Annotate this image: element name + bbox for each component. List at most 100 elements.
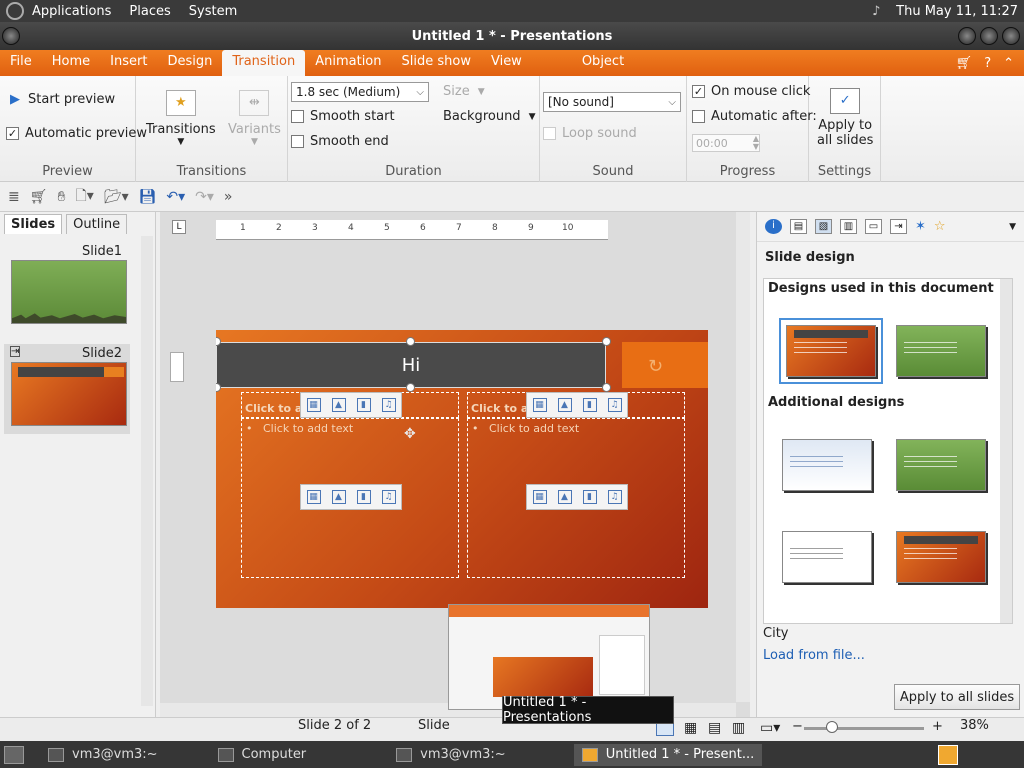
tab-animation[interactable]: Animation — [305, 50, 391, 76]
insert-chart-icon[interactable]: ▮ — [582, 398, 597, 412]
load-from-file-link[interactable]: Load from file... — [763, 648, 865, 663]
tab-design[interactable]: Design — [157, 50, 222, 76]
tab-outline[interactable]: Outline — [66, 214, 128, 234]
distro-logo-icon[interactable] — [6, 2, 24, 20]
more-tools-icon[interactable]: » — [224, 189, 233, 205]
insert-media-icon[interactable]: ♫ — [607, 490, 622, 504]
apply-to-all-slides-button[interactable]: Apply to all slides — [894, 684, 1020, 710]
design-thumbnail-green[interactable] — [896, 439, 986, 491]
vertical-ruler[interactable] — [170, 352, 184, 382]
insert-chart-icon[interactable]: ▮ — [582, 490, 597, 504]
cart-icon[interactable]: 🛒︎ — [956, 52, 973, 76]
slide-thumbnail-1[interactable]: Slide1 — [4, 242, 130, 326]
tab-file[interactable]: File — [0, 50, 42, 76]
tab-transition[interactable]: Transition — [222, 50, 306, 76]
menu-applications[interactable]: Applications — [32, 4, 111, 19]
insert-image-icon[interactable]: ▲ — [331, 398, 346, 412]
undo-icon[interactable]: ↶▾ — [166, 189, 185, 205]
slideshow-view-icon[interactable]: ▭▾ — [760, 720, 780, 736]
design-thumbnail-blue[interactable] — [782, 439, 872, 491]
rotate-handle-icon[interactable]: ↻ — [648, 356, 663, 377]
hamburger-menu-icon[interactable]: ≣ — [8, 189, 20, 205]
sound-select[interactable]: [No sound] ⌵ — [543, 92, 681, 112]
design-thumbnail-used-orange[interactable] — [779, 318, 883, 384]
tab-stop-icon[interactable]: L — [172, 220, 186, 234]
help-icon[interactable]: ? — [984, 52, 991, 76]
hand-icon[interactable]: ✋︎ — [58, 189, 66, 205]
maximize-icon[interactable] — [980, 27, 998, 45]
close-icon[interactable] — [1002, 27, 1020, 45]
redo-icon[interactable]: ↷▾ — [195, 189, 214, 205]
insert-image-icon[interactable]: ▲ — [331, 490, 346, 504]
resize-handle[interactable] — [406, 383, 415, 392]
slide-title-box[interactable]: Hi — [216, 342, 606, 388]
designs-scrollbar[interactable] — [1000, 279, 1012, 623]
design-thumbnail-orange[interactable] — [896, 531, 986, 583]
zoom-slider[interactable] — [804, 727, 924, 730]
taskbar-item-terminal-2[interactable]: vm3@vm3:~ — [388, 744, 514, 766]
cart-icon[interactable]: 🛒︎ — [30, 189, 48, 205]
menu-places[interactable]: Places — [129, 4, 170, 19]
favorites-star-icon[interactable]: ☆ — [934, 219, 946, 234]
minimize-icon[interactable] — [958, 27, 976, 45]
tray-app-icon[interactable] — [938, 744, 958, 765]
zoom-level[interactable]: 38% — [960, 718, 989, 733]
transition-deck-icon[interactable]: ⇥ — [890, 219, 907, 234]
start-preview-button[interactable]: ▶ Start preview — [10, 92, 115, 107]
insert-media-icon[interactable]: ♫ — [607, 398, 622, 412]
zoom-out-icon[interactable]: − — [792, 719, 803, 734]
slide-design-icon[interactable]: ▧ — [815, 219, 832, 234]
insert-chart-icon[interactable]: ▮ — [356, 490, 371, 504]
resize-handle[interactable] — [216, 383, 221, 392]
handout-view-icon[interactable]: ▥ — [732, 720, 745, 736]
clock[interactable]: Thu May 11, 11:27 — [896, 4, 1018, 19]
ribbon-collapse-icon[interactable]: ⌃ — [1003, 52, 1014, 76]
outline-view-icon[interactable]: ▤ — [708, 720, 721, 736]
taskbar-item-terminal-1[interactable]: vm3@vm3:~ — [40, 744, 166, 766]
automatic-preview-checkbox[interactable]: ✓ Automatic preview — [6, 126, 147, 141]
insert-image-icon[interactable]: ▲ — [557, 490, 572, 504]
loop-sound-checkbox[interactable]: Loop sound — [543, 126, 637, 141]
tab-home[interactable]: Home — [42, 50, 100, 76]
save-icon[interactable]: 💾︎ — [139, 189, 157, 205]
insert-table-icon[interactable]: ▦ — [532, 490, 547, 504]
resize-handle[interactable] — [602, 383, 611, 392]
design-thumbnail-white[interactable] — [782, 531, 872, 583]
slides-scrollbar[interactable] — [141, 236, 153, 706]
color-scheme-icon[interactable]: ▥ — [840, 219, 857, 234]
edit-vertical-scrollbar[interactable] — [736, 212, 750, 702]
variants-button[interactable]: ⇹ Variants ▼ — [228, 90, 281, 147]
zoom-slider-knob[interactable] — [826, 721, 838, 733]
slide-canvas[interactable]: Hi ↻ Click to add • Click to add text ▦ ▲… — [216, 330, 708, 608]
resize-handle[interactable] — [602, 337, 611, 346]
taskbar-item-computer[interactable]: Computer — [210, 744, 315, 766]
new-document-icon[interactable]: 🗋▾ — [76, 185, 94, 209]
transitions-button[interactable]: ★ Transitions ▼ — [146, 90, 216, 147]
open-folder-icon[interactable]: 📂︎▾ — [104, 189, 129, 205]
volume-icon[interactable]: ♪ — [872, 4, 886, 19]
insert-media-icon[interactable]: ♫ — [381, 398, 396, 412]
duration-select[interactable]: 1.8 sec (Medium) ⌵ — [291, 82, 429, 102]
zoom-in-icon[interactable]: + — [932, 719, 943, 734]
window-menu-icon[interactable] — [2, 27, 20, 45]
show-desktop-icon[interactable] — [4, 745, 24, 764]
insert-chart-icon[interactable]: ▮ — [356, 398, 371, 412]
slide-sorter-view-icon[interactable]: ▦ — [684, 720, 697, 736]
insert-media-icon[interactable]: ♫ — [381, 490, 396, 504]
size-dropdown[interactable]: Size ▼ — [443, 84, 485, 99]
tab-insert[interactable]: Insert — [100, 50, 157, 76]
tab-view[interactable]: View — [481, 50, 532, 76]
tab-object[interactable]: Object — [572, 50, 634, 76]
taskbar-item-presentations[interactable]: Untitled 1 * - Present... — [573, 743, 763, 766]
info-icon[interactable]: i — [765, 219, 782, 234]
insert-table-icon[interactable]: ▦ — [306, 398, 321, 412]
tab-slides[interactable]: Slides — [4, 214, 63, 234]
horizontal-ruler[interactable]: 1 2 3 4 5 6 7 8 9 10 — [216, 220, 608, 240]
automatic-after-time-input[interactable]: 00:00 ▲ ▼ — [692, 134, 760, 152]
tab-slide-show[interactable]: Slide show — [392, 50, 481, 76]
slide-layout-icon[interactable]: ▤ — [790, 219, 807, 234]
apply-to-all-slides-ribbon-button[interactable]: ✓ Apply to all slides — [817, 88, 873, 148]
animation-star-icon[interactable]: ✶ — [915, 219, 926, 234]
resize-handle[interactable] — [406, 337, 415, 346]
slide-thumbnail-2[interactable]: ⇥ Slide2 — [4, 344, 130, 434]
